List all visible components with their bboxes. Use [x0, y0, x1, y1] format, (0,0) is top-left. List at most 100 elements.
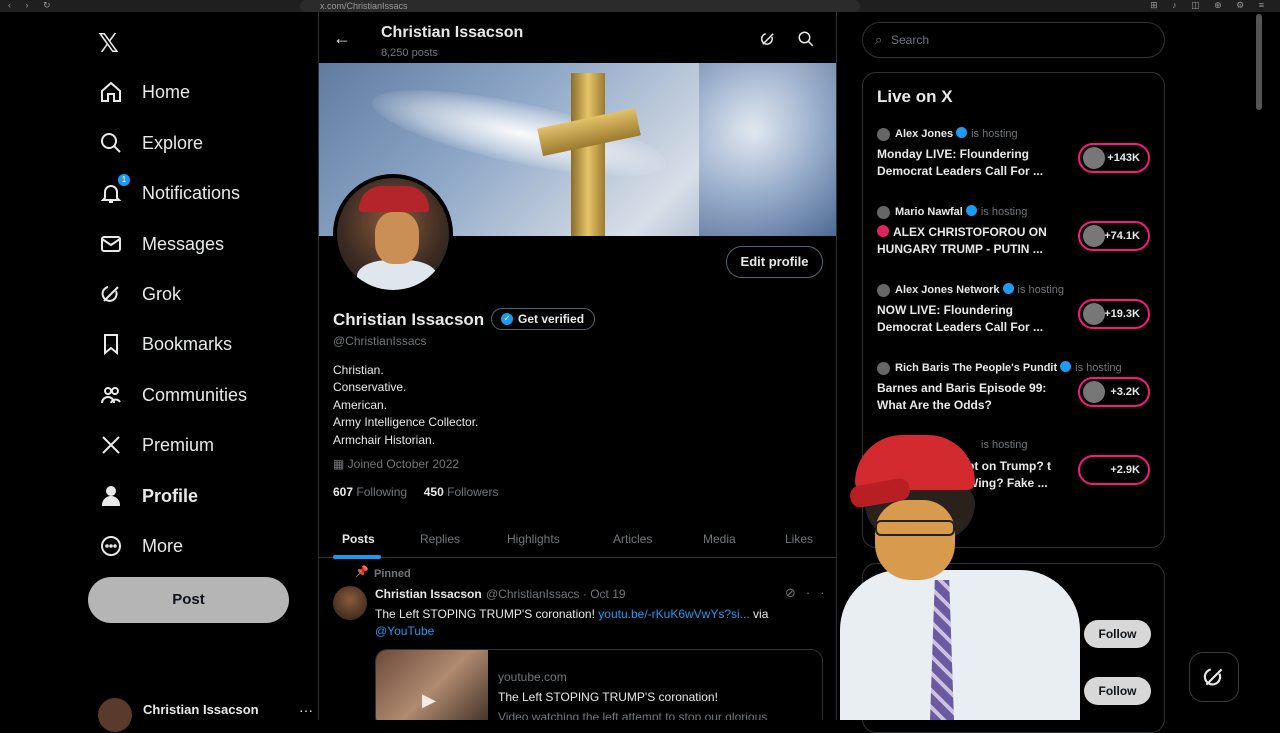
- x-logo-icon[interactable]: 𝕏: [98, 28, 119, 59]
- following-link[interactable]: 607 Following: [333, 485, 407, 499]
- profile-bio: Christian. Conservative. American. Army …: [333, 362, 478, 449]
- grok-floating-button[interactable]: [1189, 652, 1239, 702]
- pinned-label: Pinned: [374, 568, 411, 580]
- nav-label: Messages: [142, 233, 225, 254]
- address-bar[interactable]: x.com/ChristianIssacs: [300, 0, 860, 12]
- card-title: The Left STOPING TRUMP'S coronation!: [498, 690, 718, 704]
- tab-articles[interactable]: Articles: [613, 532, 652, 546]
- bookmark-icon: [98, 331, 124, 357]
- live-listener-pill[interactable]: +19.3K: [1078, 299, 1150, 329]
- vtuber-glasses: [875, 520, 955, 536]
- nav-profile[interactable]: Profile: [88, 474, 308, 518]
- back-arrow-icon[interactable]: ←: [333, 28, 351, 49]
- follow-button[interactable]: Follow: [1084, 620, 1151, 648]
- nav-notifications[interactable]: 1 Notifications: [88, 171, 308, 215]
- verified-icon: [956, 127, 968, 138]
- listener-count: +143K: [1107, 152, 1140, 164]
- avatar-cap: [359, 186, 429, 212]
- x-icon: [98, 432, 124, 458]
- browser-nav-buttons[interactable]: ‹ › ↻: [8, 0, 57, 11]
- live-title-text: ALEX CHRISTOFOROU ON HUNGARY TRUMP - PUT…: [877, 225, 1047, 256]
- more-dots-icon: ···: [299, 702, 313, 718]
- calendar-icon: ▦: [333, 457, 348, 471]
- avatar: [877, 128, 890, 141]
- live-item[interactable]: Alex Jones is hosting Monday LIVE: Flound…: [877, 126, 1157, 196]
- grok-icon[interactable]: ⊘: [785, 585, 806, 600]
- nav-home[interactable]: Home: [88, 70, 308, 114]
- follow-button[interactable]: Follow: [1084, 677, 1151, 705]
- more-icon: [98, 533, 124, 559]
- search-icon: [98, 130, 124, 156]
- nav-label: More: [142, 535, 184, 556]
- nav-label: Notifications: [142, 182, 241, 203]
- followers-label: Followers: [447, 485, 499, 499]
- bio-line: Christian.: [333, 363, 384, 377]
- left-sidebar: 𝕏 Home Explore 1 Notifications Messages …: [88, 12, 318, 732]
- edit-profile-button[interactable]: Edit profile: [726, 246, 823, 278]
- tab-likes[interactable]: Likes: [785, 532, 813, 546]
- live-host: Rich Baris The People's Pundit is hosting: [895, 361, 1122, 374]
- live-listener-pill[interactable]: +143K: [1078, 143, 1150, 173]
- more-dots-icon[interactable]: ···: [806, 585, 836, 600]
- live-item[interactable]: Alex Jones Network is hosting NOW LIVE: F…: [877, 282, 1157, 352]
- live-listener-pill[interactable]: +2.9K: [1078, 455, 1150, 485]
- tab-posts[interactable]: Posts: [342, 532, 375, 546]
- search-placeholder: Search: [891, 33, 930, 47]
- link-preview-card[interactable]: ▶ youtube.com The Left STOPING TRUMP'S c…: [375, 649, 823, 720]
- is-hosting-label: is hosting: [971, 128, 1018, 140]
- is-hosting-label: is hosting: [1017, 284, 1065, 296]
- person-icon: [98, 483, 124, 509]
- avatar-face: [375, 212, 419, 264]
- verified-icon: [1060, 361, 1072, 372]
- tweet-author-name[interactable]: Christian Issacson: [375, 587, 482, 601]
- get-verified-button[interactable]: ✓ Get verified: [491, 308, 596, 330]
- live-item[interactable]: Mario Nawfal is hosting ALEX CHRISTOFOROU…: [877, 204, 1157, 274]
- live-title: Barnes and Baris Episode 99: What Are th…: [877, 381, 1047, 412]
- browser-extension-icons[interactable]: ⊞ ♪ ◫ ⊕ ⚙ ≡: [1150, 0, 1270, 11]
- tab-replies[interactable]: Replies: [420, 532, 460, 546]
- grok-icon: [98, 281, 124, 307]
- tweet-actions: ⊘···: [785, 585, 836, 601]
- tweet-mention[interactable]: @YouTube: [375, 624, 434, 638]
- following-count: 607: [333, 485, 354, 499]
- followers-link[interactable]: 450 Followers: [424, 485, 499, 499]
- host-name: Alex Jones Network: [895, 284, 1000, 296]
- followers-count: 450: [423, 485, 444, 499]
- profile-header: ← Christian Issacson 8,250 posts: [319, 12, 836, 64]
- avatar[interactable]: [333, 586, 367, 620]
- live-listener-pill[interactable]: +3.2K: [1078, 377, 1150, 407]
- search-input[interactable]: ⌕ Search: [862, 22, 1165, 58]
- live-item[interactable]: Rich Baris The People's Pundit is hosting…: [877, 360, 1157, 430]
- nav-label: Grok: [142, 283, 182, 304]
- nav-premium[interactable]: Premium: [88, 423, 308, 467]
- nav-label: Communities: [142, 384, 248, 405]
- profile-avatar[interactable]: [333, 174, 453, 294]
- tab-highlights[interactable]: Highlights: [507, 532, 560, 546]
- grok-icon: [1203, 668, 1223, 686]
- nav-more[interactable]: More: [88, 524, 308, 568]
- search-icon[interactable]: [797, 30, 815, 53]
- video-thumbnail: ▶: [376, 650, 488, 720]
- avatar: [1083, 225, 1105, 247]
- tab-media[interactable]: Media: [703, 532, 736, 546]
- account-name: Christian Issacson: [143, 702, 259, 717]
- nav-bookmarks[interactable]: Bookmarks: [88, 322, 308, 366]
- live-listener-pill[interactable]: +74.1K: [1078, 221, 1150, 251]
- grok-icon[interactable]: [759, 30, 777, 53]
- avatar: [98, 698, 132, 732]
- nav-communities[interactable]: Communities: [88, 373, 308, 417]
- account-switcher[interactable]: Christian Issacson ···: [98, 698, 313, 732]
- profile-name: Christian Issacson: [333, 310, 485, 329]
- scrollbar-thumb[interactable]: [1256, 14, 1262, 110]
- profile-column: ← Christian Issacson 8,250 posts Edit pr…: [318, 12, 837, 720]
- nav-grok[interactable]: Grok: [88, 272, 308, 316]
- nav-explore[interactable]: Explore: [88, 121, 308, 165]
- post-button[interactable]: Post: [88, 577, 289, 623]
- avatar-shirt: [357, 260, 437, 290]
- nav-messages[interactable]: Messages: [88, 222, 308, 266]
- avatar: [1083, 381, 1105, 403]
- avatar: [1083, 303, 1105, 325]
- bio-line: American.: [333, 397, 388, 412]
- tweet-link[interactable]: youtu.be/-rKuK6wVwYs?si...: [598, 607, 749, 621]
- live-title: NOW LIVE: Floundering Democrat Leaders C…: [877, 303, 1044, 334]
